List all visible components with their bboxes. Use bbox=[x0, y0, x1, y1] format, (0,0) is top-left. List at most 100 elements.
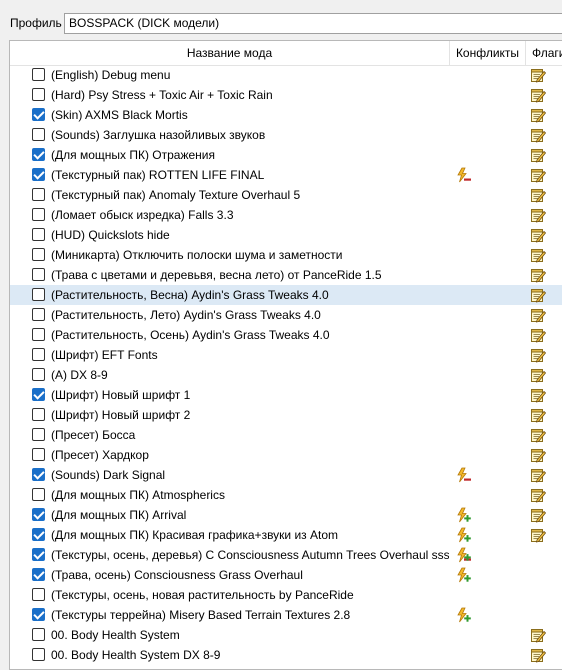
edit-notes-icon[interactable] bbox=[530, 307, 547, 323]
mod-enable-checkbox[interactable] bbox=[32, 488, 45, 501]
edit-notes-icon[interactable] bbox=[530, 347, 547, 363]
edit-notes-icon[interactable] bbox=[530, 467, 547, 483]
mod-enable-checkbox[interactable] bbox=[32, 88, 45, 101]
edit-notes-icon[interactable] bbox=[530, 407, 547, 423]
edit-notes-icon[interactable] bbox=[530, 67, 547, 83]
edit-notes-icon[interactable] bbox=[530, 87, 547, 103]
edit-notes-icon[interactable] bbox=[530, 487, 547, 503]
mod-row[interactable]: (Текстуры террейна) Misery Based Terrain… bbox=[10, 605, 562, 625]
mod-enable-checkbox[interactable] bbox=[32, 468, 45, 481]
mod-enable-checkbox[interactable] bbox=[32, 128, 45, 141]
conflict-lightning-plus-icon bbox=[456, 607, 472, 623]
mod-row[interactable]: (Шрифт) Новый шрифт 2 bbox=[10, 405, 562, 425]
edit-notes-icon[interactable] bbox=[530, 267, 547, 283]
mod-row[interactable]: (Sounds) Заглушка назойливых звуков bbox=[10, 125, 562, 145]
mod-row[interactable]: (Шрифт) EFT Fonts bbox=[10, 345, 562, 365]
column-header-conflicts[interactable]: Конфликты bbox=[450, 41, 526, 65]
mod-enable-checkbox[interactable] bbox=[32, 68, 45, 81]
profile-dropdown[interactable]: BOSSPACK (DICK модели) bbox=[64, 13, 562, 34]
mod-row[interactable]: (Трава, осень) Consciousness Grass Overh… bbox=[10, 565, 562, 585]
column-header-name[interactable]: Название мода bbox=[10, 41, 450, 65]
mod-enable-checkbox[interactable] bbox=[32, 368, 45, 381]
mod-enable-checkbox[interactable] bbox=[32, 648, 45, 661]
edit-notes-icon[interactable] bbox=[530, 227, 547, 243]
mod-list-table[interactable]: Название мода Конфликты Флаги (English) … bbox=[9, 40, 562, 670]
mod-row[interactable]: (HUD) Quickslots hide bbox=[10, 225, 562, 245]
mod-row[interactable]: (Текстуры, осень, новая растительность b… bbox=[10, 585, 562, 605]
mod-enable-checkbox[interactable] bbox=[32, 348, 45, 361]
edit-notes-icon[interactable] bbox=[530, 247, 547, 263]
mod-enable-checkbox[interactable] bbox=[32, 408, 45, 421]
mod-row[interactable]: (Для мощных ПК) Arrival bbox=[10, 505, 562, 525]
mod-enable-checkbox[interactable] bbox=[32, 448, 45, 461]
mod-enable-checkbox[interactable] bbox=[32, 628, 45, 641]
mod-row[interactable]: (Растительность, Осень) Aydin's Grass Tw… bbox=[10, 325, 562, 345]
edit-notes-icon[interactable] bbox=[530, 107, 547, 123]
mod-enable-checkbox[interactable] bbox=[32, 308, 45, 321]
mod-enable-checkbox[interactable] bbox=[32, 428, 45, 441]
mod-row[interactable]: (Растительность, Весна) Aydin's Grass Tw… bbox=[10, 285, 562, 305]
mod-enable-checkbox[interactable] bbox=[32, 328, 45, 341]
edit-notes-icon[interactable] bbox=[530, 127, 547, 143]
mod-name: (Миникарта) Отключить полоски шума и зам… bbox=[51, 248, 343, 262]
edit-notes-icon[interactable] bbox=[530, 167, 547, 183]
mod-enable-checkbox[interactable] bbox=[32, 208, 45, 221]
mod-enable-checkbox[interactable] bbox=[32, 188, 45, 201]
mod-name: (English) Debug menu bbox=[51, 68, 171, 82]
mod-row[interactable]: (Skin) AXMS Black Mortis bbox=[10, 105, 562, 125]
conflict-lightning-plus-icon bbox=[456, 507, 472, 523]
mod-enable-checkbox[interactable] bbox=[32, 288, 45, 301]
edit-notes-icon[interactable] bbox=[530, 287, 547, 303]
mod-row[interactable]: (Для мощных ПК) Отражения bbox=[10, 145, 562, 165]
mod-enable-checkbox[interactable] bbox=[32, 148, 45, 161]
edit-notes-icon[interactable] bbox=[530, 147, 547, 163]
column-header-flags[interactable]: Флаги bbox=[526, 41, 562, 65]
edit-notes-icon[interactable] bbox=[530, 627, 547, 643]
mod-enable-checkbox[interactable] bbox=[32, 268, 45, 281]
edit-notes-icon[interactable] bbox=[530, 647, 547, 663]
mod-row[interactable]: (Миникарта) Отключить полоски шума и зам… bbox=[10, 245, 562, 265]
mod-row[interactable]: (Ломает обыск изредка) Falls 3.3 bbox=[10, 205, 562, 225]
mod-enable-checkbox[interactable] bbox=[32, 568, 45, 581]
edit-notes-icon[interactable] bbox=[530, 427, 547, 443]
edit-notes-icon[interactable] bbox=[530, 507, 547, 523]
mod-row[interactable]: (Текстурный пак) Anomaly Texture Overhau… bbox=[10, 185, 562, 205]
edit-notes-icon[interactable] bbox=[530, 187, 547, 203]
edit-notes-icon[interactable] bbox=[530, 447, 547, 463]
mod-enable-checkbox[interactable] bbox=[32, 588, 45, 601]
mod-enable-checkbox[interactable] bbox=[32, 248, 45, 261]
mod-row[interactable]: (English) Debug menu bbox=[10, 65, 562, 85]
mod-enable-checkbox[interactable] bbox=[32, 108, 45, 121]
mod-enable-checkbox[interactable] bbox=[32, 548, 45, 561]
mod-name: (Для мощных ПК) Arrival bbox=[51, 508, 187, 522]
mod-enable-checkbox[interactable] bbox=[32, 528, 45, 541]
mod-row[interactable]: (Sounds) Dark Signal bbox=[10, 465, 562, 485]
mod-enable-checkbox[interactable] bbox=[32, 388, 45, 401]
edit-notes-icon[interactable] bbox=[530, 387, 547, 403]
mod-enable-checkbox[interactable] bbox=[32, 168, 45, 181]
edit-notes-icon[interactable] bbox=[530, 207, 547, 223]
mod-row[interactable]: 00. Body Health System DX 8-9 bbox=[10, 645, 562, 665]
mod-row[interactable]: (Растительность, Лето) Aydin's Grass Twe… bbox=[10, 305, 562, 325]
conflict-lightning-both-icon bbox=[456, 547, 472, 563]
mod-row[interactable]: (Пресет) Хардкор bbox=[10, 445, 562, 465]
mod-row[interactable]: (Текстуры, осень, деревья) C Consciousne… bbox=[10, 545, 562, 565]
mod-row[interactable]: (Шрифт) Новый шрифт 1 bbox=[10, 385, 562, 405]
mod-row[interactable]: (Hard) Psy Stress + Toxic Air + Toxic Ra… bbox=[10, 85, 562, 105]
edit-notes-icon[interactable] bbox=[530, 327, 547, 343]
mod-row[interactable]: (Трава с цветами и деревьвя, весна лето)… bbox=[10, 265, 562, 285]
edit-notes-icon[interactable] bbox=[530, 527, 547, 543]
mod-enable-checkbox[interactable] bbox=[32, 508, 45, 521]
mod-name: (Sounds) Заглушка назойливых звуков bbox=[51, 128, 266, 142]
mod-enable-checkbox[interactable] bbox=[32, 228, 45, 241]
mod-row[interactable]: (A) DX 8-9 bbox=[10, 365, 562, 385]
mod-row[interactable]: (Для мощных ПК) Красивая графика+звуки и… bbox=[10, 525, 562, 545]
edit-notes-icon[interactable] bbox=[530, 367, 547, 383]
mod-row[interactable]: (Пресет) Босса bbox=[10, 425, 562, 445]
mod-row[interactable]: 00. Body Health System bbox=[10, 625, 562, 645]
mod-enable-checkbox[interactable] bbox=[32, 608, 45, 621]
mod-row[interactable]: (Для мощных ПК) Atmospherics bbox=[10, 485, 562, 505]
mod-row[interactable]: (Текстурный пак) ROTTEN LIFE FINAL bbox=[10, 165, 562, 185]
mod-name: (Текстурный пак) ROTTEN LIFE FINAL bbox=[51, 168, 265, 182]
mod-name: (Текстуры террейна) Misery Based Terrain… bbox=[51, 608, 351, 622]
